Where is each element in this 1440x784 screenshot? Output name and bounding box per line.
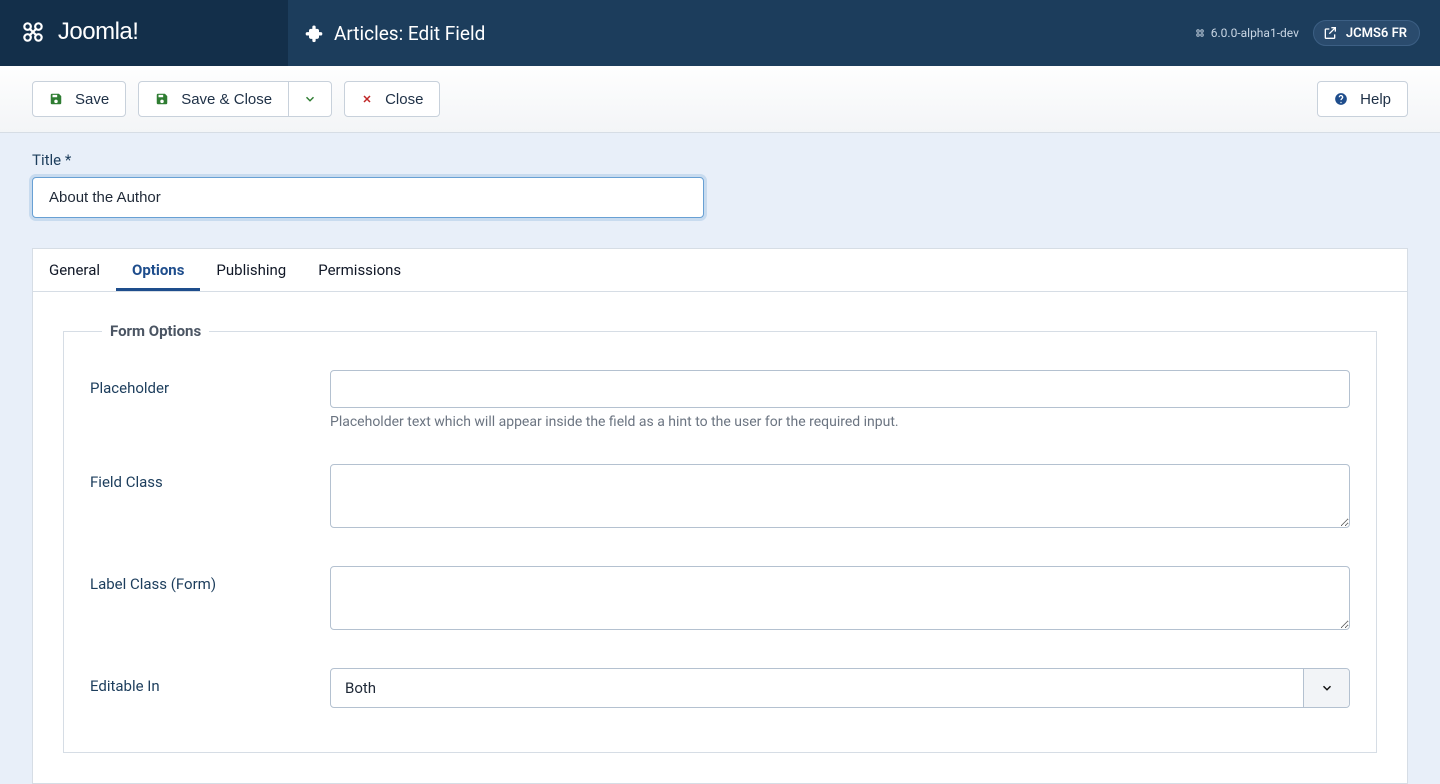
row-placeholder: Placeholder Placeholder text which will … — [90, 370, 1350, 430]
save-dropdown-button[interactable] — [288, 81, 332, 117]
field-class-input[interactable] — [330, 464, 1350, 528]
row-label-class: Label Class (Form) — [90, 566, 1350, 634]
chevron-down-icon — [303, 92, 317, 106]
field-class-label: Field Class — [90, 464, 330, 491]
label-class-input[interactable] — [330, 566, 1350, 630]
question-icon — [1334, 92, 1348, 106]
header-bar: Joomla! Articles: Edit Field 6.0.0-alpha… — [0, 0, 1440, 66]
tabs: General Options Publishing Permissions — [33, 249, 1407, 292]
save-icon — [49, 92, 63, 106]
close-button[interactable]: Close — [344, 81, 440, 117]
save-close-button[interactable]: Save & Close — [138, 81, 289, 117]
page-title-wrap: Articles: Edit Field — [304, 22, 485, 45]
chevron-down-icon — [1303, 669, 1349, 707]
content-area: Title * General Options Publishing Permi… — [0, 133, 1440, 784]
tabpanel: General Options Publishing Permissions F… — [32, 248, 1408, 784]
external-link-icon — [1322, 25, 1338, 41]
placeholder-label: Placeholder — [90, 370, 330, 397]
editable-in-label: Editable In — [90, 668, 330, 695]
page-title: Articles: Edit Field — [334, 22, 485, 45]
row-editable-in: Editable In Both — [90, 668, 1350, 708]
editable-in-select[interactable]: Both — [330, 668, 1350, 708]
joomla-mini-icon — [1194, 27, 1206, 39]
toolbar: Save Save & Close Close — [0, 66, 1440, 133]
form-options-fieldset: Form Options Placeholder Placeholder tex… — [63, 322, 1377, 753]
site-link-pill[interactable]: JCMS6 FR — [1313, 20, 1420, 46]
header-main: Articles: Edit Field 6.0.0-alpha1-dev JC… — [288, 0, 1440, 66]
joomla-icon — [20, 19, 46, 45]
placeholder-desc: Placeholder text which will appear insid… — [330, 414, 1350, 430]
version-badge: 6.0.0-alpha1-dev — [1194, 26, 1299, 40]
tab-general[interactable]: General — [33, 249, 116, 291]
row-field-class: Field Class — [90, 464, 1350, 532]
brand-area: Joomla! — [0, 0, 288, 66]
save-close-label: Save & Close — [181, 91, 272, 108]
save-label: Save — [75, 91, 109, 108]
form-options-legend: Form Options — [102, 322, 209, 340]
title-input[interactable] — [32, 177, 704, 218]
close-label: Close — [385, 91, 423, 108]
save-close-group: Save & Close — [138, 81, 332, 117]
tab-options[interactable]: Options — [116, 249, 200, 291]
save-icon — [155, 92, 169, 106]
header-right: 6.0.0-alpha1-dev JCMS6 FR — [1194, 20, 1420, 46]
tab-publishing[interactable]: Publishing — [200, 249, 302, 291]
version-text: 6.0.0-alpha1-dev — [1211, 26, 1299, 40]
close-icon — [361, 93, 373, 105]
brand-text: Joomla! — [58, 18, 139, 45]
site-name: JCMS6 FR — [1346, 26, 1407, 41]
save-button[interactable]: Save — [32, 81, 126, 117]
help-label: Help — [1360, 91, 1391, 108]
label-class-label: Label Class (Form) — [90, 566, 330, 593]
tab-permissions[interactable]: Permissions — [302, 249, 417, 291]
joomla-logo: Joomla! — [20, 18, 138, 48]
puzzle-icon — [304, 23, 324, 43]
title-label: Title * — [32, 151, 1408, 169]
help-button[interactable]: Help — [1317, 81, 1408, 117]
placeholder-input[interactable] — [330, 370, 1350, 408]
editable-in-value: Both — [331, 679, 1303, 697]
